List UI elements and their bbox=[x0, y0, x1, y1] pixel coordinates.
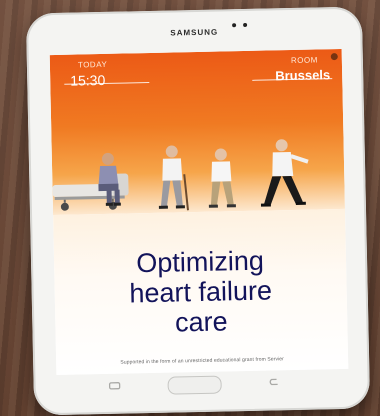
tablet-device: SAMSUNG TODAY 15:30 ROOM Brussels Optimi… bbox=[25, 6, 371, 416]
home-button[interactable] bbox=[167, 375, 222, 395]
walking-man-with-cane-figure bbox=[158, 145, 189, 211]
back-icon[interactable] bbox=[268, 378, 280, 386]
status-dot-icon bbox=[330, 53, 338, 61]
headline-line-3: care bbox=[174, 306, 228, 338]
sensor-icon bbox=[243, 22, 248, 28]
hero-banner: TODAY 15:30 ROOM Brussels bbox=[49, 48, 345, 216]
brand-logo: SAMSUNG bbox=[170, 27, 219, 38]
room-label: ROOM bbox=[290, 55, 318, 66]
walking-man-figure bbox=[208, 148, 236, 208]
front-camera-icon bbox=[232, 23, 237, 28]
city-value: Brussels bbox=[275, 67, 331, 84]
headline: Optimizing heart failure care bbox=[54, 244, 348, 340]
striding-man-figure bbox=[260, 139, 309, 207]
seated-patient-figure bbox=[98, 152, 121, 206]
today-label: TODAY bbox=[77, 59, 108, 70]
time-value: 15:30 bbox=[70, 71, 106, 89]
recent-apps-icon[interactable] bbox=[108, 382, 121, 390]
tablet-screen: TODAY 15:30 ROOM Brussels Optimizing hea… bbox=[49, 48, 349, 376]
